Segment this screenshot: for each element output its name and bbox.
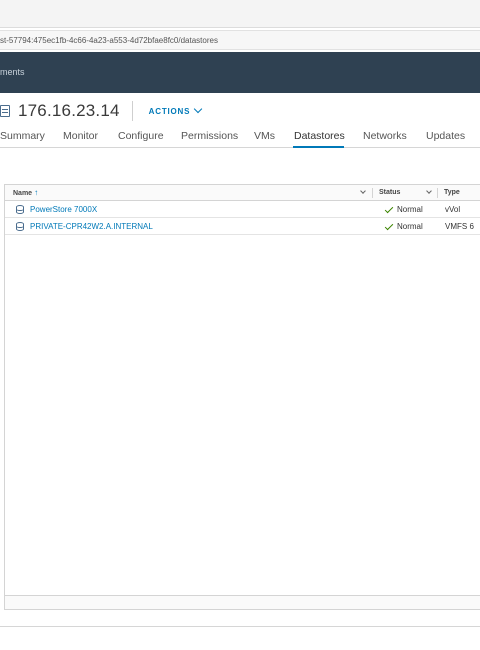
column-header-name[interactable]: Name ↑ — [13, 185, 38, 201]
datastore-icon — [16, 205, 24, 214]
host-icon — [0, 105, 10, 117]
tab-summary[interactable]: Summary — [0, 130, 45, 142]
actions-label: ACTIONS — [148, 106, 191, 116]
tab-monitor[interactable]: Monitor — [63, 130, 98, 142]
type-text: VMFS 6 — [445, 222, 474, 231]
divider — [131, 101, 133, 121]
column-name-label: Name — [13, 190, 33, 197]
active-tab-indicator — [293, 146, 344, 148]
tab-updates[interactable]: Updates — [426, 130, 465, 142]
tab-networks[interactable]: Networks — [363, 130, 407, 142]
grid-footer — [5, 595, 480, 609]
column-type-label: Type — [444, 189, 460, 196]
tab-datastores[interactable]: Datastores — [294, 130, 345, 142]
datastore-icon — [16, 222, 24, 231]
address-bar[interactable]: st-57794:475ec1fb-4c66-4a23-a553-4d72bfa… — [0, 30, 480, 50]
bottom-panel-bar — [0, 626, 480, 650]
status-text: Normal — [397, 205, 423, 214]
check-icon — [384, 204, 394, 214]
object-header: 176.16.23.14 ACTIONS — [0, 100, 203, 122]
name-filter-chevron-icon[interactable] — [360, 188, 366, 194]
app-header: ments — [0, 52, 480, 93]
url-text: st-57794:475ec1fb-4c66-4a23-a553-4d72bfa… — [0, 36, 218, 45]
sort-ascending-icon: ↑ — [34, 188, 39, 197]
datastore-name-link[interactable]: PRIVATE-CPR42W2.A.INTERNAL — [30, 218, 153, 235]
grid-header: Name ↑ Status Type — [5, 185, 480, 201]
column-header-status[interactable]: Status — [379, 185, 400, 201]
check-icon — [384, 221, 394, 231]
tab-configure[interactable]: Configure — [118, 130, 164, 142]
type-text: vVol — [445, 205, 461, 214]
column-status-label: Status — [379, 189, 401, 196]
column-header-type[interactable]: Type — [444, 185, 460, 201]
column-divider — [437, 188, 438, 198]
chevron-down-icon — [194, 104, 203, 114]
table-row[interactable]: PRIVATE-CPR42W2.A.INTERNAL Normal VMFS 6 — [5, 218, 480, 235]
status-text: Normal — [397, 222, 423, 231]
tab-vms[interactable]: VMs — [254, 130, 275, 142]
status-filter-chevron-icon[interactable] — [426, 188, 432, 194]
column-divider — [372, 188, 373, 198]
datastore-name-link[interactable]: PowerStore 7000X — [30, 201, 97, 218]
page-title: 176.16.23.14 — [18, 101, 120, 120]
tab-bar: Summary Monitor Configure Permissions VM… — [0, 128, 480, 148]
tab-permissions[interactable]: Permissions — [181, 130, 238, 142]
actions-menu-button[interactable]: ACTIONS — [148, 104, 203, 116]
datastores-grid: Name ↑ Status Type PowerStore 7000X Norma… — [4, 184, 480, 610]
browser-top-strip — [0, 0, 480, 28]
table-row[interactable]: PowerStore 7000X Normal vVol — [5, 201, 480, 218]
header-text: ments — [0, 67, 25, 77]
